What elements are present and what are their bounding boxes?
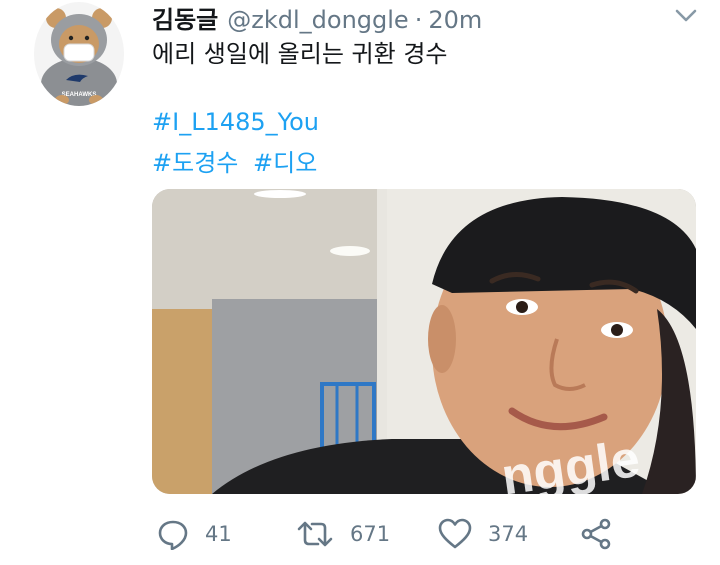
tweet-header: 김동글 @zkdl_donggle · 20m (152, 0, 482, 34)
reply-icon (158, 520, 188, 550)
display-name[interactable]: 김동글 (152, 0, 218, 35)
tweet-text: 에리 생일에 올리는 귀환 경수 (152, 40, 448, 68)
user-handle[interactable]: @zkdl_donggle (227, 6, 408, 34)
share-icon (581, 518, 611, 550)
chevron-down-icon[interactable] (672, 4, 700, 26)
hashtag-link[interactable]: #도경수 (152, 143, 238, 178)
tweet-actions: 41 671 374 (0, 518, 720, 554)
retweet-icon (297, 521, 333, 547)
heart-icon (438, 518, 472, 549)
reply-button[interactable]: 41 (157, 518, 232, 550)
avatar-image: SEAHAWKS (34, 2, 124, 106)
avatar[interactable]: SEAHAWKS (34, 2, 124, 106)
share-button[interactable] (580, 518, 612, 550)
retweet-count: 671 (350, 522, 391, 546)
separator-dot: · (414, 6, 423, 34)
like-button[interactable]: 374 (438, 518, 528, 550)
hashtag-link[interactable]: #I_L1485_You (152, 108, 319, 136)
timestamp[interactable]: 20m (428, 6, 482, 34)
photo-image: nggle (152, 189, 696, 494)
tweet-media-photo[interactable]: nggle (152, 189, 696, 494)
hashtag-link[interactable]: #디오 (253, 143, 317, 178)
like-count: 374 (488, 522, 529, 546)
reply-count: 41 (205, 522, 232, 546)
retweet-button[interactable]: 671 (296, 518, 390, 550)
